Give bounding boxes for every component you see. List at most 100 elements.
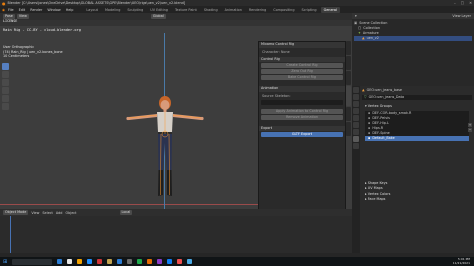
- chevron-right-icon: ▸: [365, 197, 367, 201]
- timeline-area[interactable]: [0, 216, 352, 253]
- maximize-button[interactable]: □: [461, 1, 464, 5]
- footer-select-menu[interactable]: Select: [42, 211, 52, 215]
- menu-window[interactable]: Window: [45, 8, 62, 12]
- tab-modeling[interactable]: Modeling: [102, 7, 123, 13]
- world-props-icon[interactable]: [353, 115, 359, 121]
- vertex-group-item-selected[interactable]: ▪ Default_Bake: [365, 135, 469, 141]
- taskbar-search[interactable]: [12, 258, 53, 265]
- minimize-button[interactable]: –: [454, 1, 456, 5]
- source-skeleton-field[interactable]: [261, 99, 343, 105]
- move-tool-icon[interactable]: [2, 79, 9, 86]
- tab-sculpting[interactable]: Sculpting: [124, 7, 146, 13]
- taskbar-app-icon[interactable]: [147, 259, 153, 264]
- menu-bar: ◉ File Edit Render Window Help Layout Mo…: [0, 6, 474, 13]
- create-control-rig-button[interactable]: Create Control Rig: [261, 63, 343, 68]
- window-controls: – □ ✕: [454, 1, 472, 5]
- menu-help[interactable]: Help: [64, 8, 76, 12]
- tab-texture-paint[interactable]: Texture Paint: [172, 7, 200, 13]
- taskbar-app-icon[interactable]: [97, 259, 103, 264]
- transform-orientation[interactable]: Local: [119, 210, 133, 215]
- taskbar-app-icon[interactable]: [127, 259, 133, 264]
- taskbar-app-icon[interactable]: [77, 259, 83, 264]
- panel-header[interactable]: Mixamo Control Rig: [259, 42, 345, 48]
- modifier-props-icon[interactable]: [353, 129, 359, 135]
- vertex-group-list: ▪ DEF-COR-body_smak.R ▪ DEF-Pelvis ▪ DEF-Hi…: [365, 110, 469, 141]
- object-mode-dropdown[interactable]: Object Mode: [3, 210, 29, 215]
- source-skeleton-label: Source Skeleton:: [262, 93, 291, 98]
- playhead[interactable]: [10, 216, 11, 253]
- viewport-header: Pose View Global: [0, 13, 352, 20]
- tab-shading[interactable]: Shading: [201, 7, 221, 13]
- object-name-row[interactable]: ▲ GEO:uen_jeans_base: [362, 88, 472, 93]
- tab-item[interactable]: [346, 41, 351, 55]
- transform-tool-icon[interactable]: [2, 103, 9, 110]
- control-rig-section[interactable]: Control Rig: [259, 56, 345, 62]
- taskbar-app-icon[interactable]: [157, 259, 163, 264]
- character-model[interactable]: [115, 95, 215, 210]
- filter-icon[interactable]: ▾: [355, 14, 357, 18]
- rotate-tool-icon[interactable]: [2, 87, 9, 94]
- data-props-icon[interactable]: [353, 136, 359, 142]
- output-props-icon[interactable]: [353, 101, 359, 107]
- material-props-icon[interactable]: [353, 143, 359, 149]
- tab-general[interactable]: General: [320, 6, 340, 13]
- chevron-right-icon: ▸: [365, 191, 367, 196]
- footer-view-menu[interactable]: View: [31, 211, 39, 215]
- taskbar-app-icon[interactable]: [57, 259, 63, 264]
- select-tool-icon[interactable]: [2, 63, 9, 70]
- close-button[interactable]: ✕: [469, 1, 472, 5]
- windows-taskbar: ⊞ 5:01 PM 11/21/2021: [0, 257, 474, 266]
- render-props-icon[interactable]: [353, 94, 359, 100]
- tab-edit[interactable]: [346, 107, 351, 121]
- taskbar-apps: [57, 259, 193, 264]
- taskbar-app-icon[interactable]: [107, 259, 113, 264]
- tab-layout[interactable]: Layout: [83, 7, 101, 13]
- outliner-row-mesh[interactable]: ▲ uen_v2: [354, 36, 472, 41]
- tab-animation[interactable]: Animation: [222, 7, 245, 13]
- apply-animation-button[interactable]: Apply Animation to Control Rig: [261, 108, 343, 114]
- tool-props-icon[interactable]: [353, 87, 359, 93]
- remove-icon[interactable]: −: [468, 128, 472, 132]
- taskbar-app-icon[interactable]: [177, 259, 183, 264]
- taskbar-app-icon[interactable]: [187, 259, 193, 264]
- windows-start-icon[interactable]: ⊞: [3, 259, 7, 265]
- object-props-icon[interactable]: [353, 122, 359, 128]
- taskbar-app-icon[interactable]: [67, 259, 73, 264]
- tab-create[interactable]: [346, 122, 351, 136]
- data-name-row[interactable]: ▽ GEO:uen_jeans_Data: [362, 95, 472, 100]
- tab-mixamo[interactable]: [346, 86, 351, 106]
- menu-file[interactable]: File: [6, 8, 16, 12]
- tab-scripting[interactable]: Scripting: [299, 7, 320, 13]
- orientation-dropdown[interactable]: Global: [150, 14, 166, 19]
- taskbar-app-icon[interactable]: [137, 259, 143, 264]
- blender-menu-icon[interactable]: ◉: [2, 8, 5, 12]
- cursor-tool-icon[interactable]: [2, 71, 9, 78]
- tab-uv-editing[interactable]: UV Editing: [147, 7, 171, 13]
- footer-add-menu[interactable]: Add: [56, 211, 63, 215]
- 3d-viewport[interactable]: Pose View Global LICENSE Rain Rig - CC-B…: [0, 13, 352, 253]
- view-menu[interactable]: View: [16, 14, 29, 19]
- properties-content: ▲ GEO:uen_jeans_base ▽ GEO:uen_jeans_Dat…: [362, 88, 472, 203]
- export-section[interactable]: Export: [259, 125, 345, 131]
- taskbar-app-icon[interactable]: [87, 259, 93, 264]
- tab-tool[interactable]: [346, 56, 351, 70]
- gltf-export-button[interactable]: GLTF Export: [261, 132, 343, 137]
- animation-section[interactable]: Animation: [259, 86, 345, 92]
- tab-view[interactable]: [346, 71, 351, 85]
- tab-rendering[interactable]: Rendering: [246, 7, 269, 13]
- taskbar-app-icon[interactable]: [117, 259, 123, 264]
- scene-props-icon[interactable]: [353, 108, 359, 114]
- system-clock[interactable]: 5:01 PM 11/21/2021: [453, 257, 470, 265]
- menu-render[interactable]: Render: [28, 8, 44, 12]
- scale-tool-icon[interactable]: [2, 95, 9, 102]
- add-icon[interactable]: +: [468, 123, 472, 127]
- tab-compositing[interactable]: Compositing: [270, 7, 297, 13]
- face-maps-section[interactable]: ▸ Face Maps: [362, 197, 472, 203]
- bake-control-rig-button[interactable]: Bake Control Rig: [261, 75, 343, 80]
- footer-object-menu[interactable]: Object: [65, 211, 76, 215]
- menu-edit[interactable]: Edit: [17, 8, 28, 12]
- remove-animation-button[interactable]: Remove Animation: [261, 114, 343, 120]
- zero-out-rig-button[interactable]: Zero Out Rig: [261, 69, 343, 74]
- vertex-groups-section[interactable]: ▾ Vertex Groups: [362, 104, 472, 110]
- taskbar-app-icon[interactable]: [167, 259, 173, 264]
